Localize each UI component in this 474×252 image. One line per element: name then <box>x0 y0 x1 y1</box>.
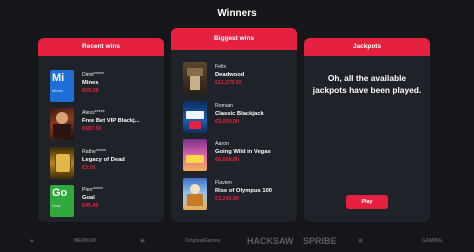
win-amount: €687.50 <box>82 126 102 132</box>
recent-wins-header: Recent wins <box>38 38 164 56</box>
mines-thumbnail[interactable]: Mi Mines <box>50 70 74 102</box>
game-title[interactable]: Classic Blackjack <box>215 110 295 118</box>
win-amount: €3,000.00 <box>215 119 239 125</box>
game-title[interactable]: Goal <box>82 194 162 202</box>
winner-name: Felix <box>215 64 226 70</box>
jackpots-header: Jackpots <box>304 38 430 56</box>
recent-win-item[interactable]: Alexs***** Free Bet VIP Blackj... €687.5… <box>50 108 162 140</box>
provider-logos: ◈ MERKUR ▣ OriginalGames HACKSAW SPRIBE … <box>0 236 474 252</box>
game-title[interactable]: Legacy of Dead <box>82 156 162 164</box>
game-title[interactable]: Going Wild in Vegas <box>215 148 295 156</box>
win-amount: €11,275.50 <box>215 80 242 86</box>
winner-name: Romain <box>215 103 233 109</box>
winner-name: Rathe***** <box>82 149 106 155</box>
blackjack-thumbnail[interactable] <box>50 108 74 140</box>
provider-logo-generic-icon: ▦ <box>358 238 363 244</box>
provider-logo-hacksaw: HACKSAW <box>247 236 294 246</box>
goal-thumbnail[interactable]: Go Goal <box>50 185 74 217</box>
provider-logo-spribe: SPRIBE <box>303 236 337 246</box>
win-amount: €6,608.80 <box>215 157 239 163</box>
biggest-wins-header: Biggest wins <box>171 28 297 50</box>
biggest-win-item[interactable]: Romain Classic Blackjack €3,000.00 <box>183 101 295 133</box>
legacy-of-dead-thumbnail[interactable] <box>50 147 74 179</box>
winner-name: Flavien <box>215 180 232 186</box>
biggest-win-item[interactable]: Aaron Going Wild in Vegas €6,608.80 <box>183 139 295 171</box>
game-title[interactable]: Deadwood <box>215 71 295 79</box>
going-wild-in-vegas-thumbnail[interactable] <box>183 139 207 171</box>
provider-logo-gaming: GAMING <box>422 238 443 244</box>
winner-name: Alexs***** <box>82 110 105 116</box>
recent-win-item[interactable]: Rathe***** Legacy of Dead €3.00 <box>50 147 162 179</box>
winner-name: Dimit***** <box>82 72 104 78</box>
recent-win-item[interactable]: Go Goal Pierr***** Goal €45.46 <box>50 185 162 217</box>
provider-logo-merkur: MERKUR <box>74 238 96 244</box>
jackpots-card: Jackpots Oh, all the available jackpots … <box>304 38 430 222</box>
game-title[interactable]: Free Bet VIP Blackj... <box>82 117 162 125</box>
classic-blackjack-thumbnail[interactable] <box>183 101 207 133</box>
provider-logo-generic-icon: ▣ <box>140 238 145 244</box>
play-button[interactable]: Play <box>346 195 388 209</box>
winner-name: Aaron <box>215 141 229 147</box>
biggest-win-item[interactable]: Flavien Rise of Olympus 100 €3,249.80 <box>183 178 295 210</box>
deadwood-thumbnail[interactable] <box>183 62 207 94</box>
provider-logo-generic-icon: ◈ <box>30 238 34 244</box>
biggest-win-item[interactable]: Felix Deadwood €11,275.50 <box>183 62 295 94</box>
game-title[interactable]: Mines <box>82 79 162 87</box>
winner-name: Pierr***** <box>82 187 104 193</box>
recent-wins-card: Recent wins Mi Mines Dimit***** Mines €6… <box>38 38 164 222</box>
rise-of-olympus-thumbnail[interactable] <box>183 178 207 210</box>
game-title[interactable]: Rise of Olympus 100 <box>215 187 295 195</box>
page-title: Winners <box>217 8 257 19</box>
jackpots-message: Oh, all the available jackpots have been… <box>312 73 422 95</box>
win-amount: €3,249.80 <box>215 196 239 202</box>
win-amount: €3.00 <box>82 165 96 171</box>
win-amount: €69.28 <box>82 88 99 94</box>
biggest-wins-card: Biggest wins Felix Deadwood €11,275.50 R… <box>171 28 297 222</box>
win-amount: €45.46 <box>82 203 99 209</box>
recent-win-item[interactable]: Mi Mines Dimit***** Mines €69.28 <box>50 70 162 102</box>
provider-logo-originalgames: OriginalGames <box>185 238 221 244</box>
